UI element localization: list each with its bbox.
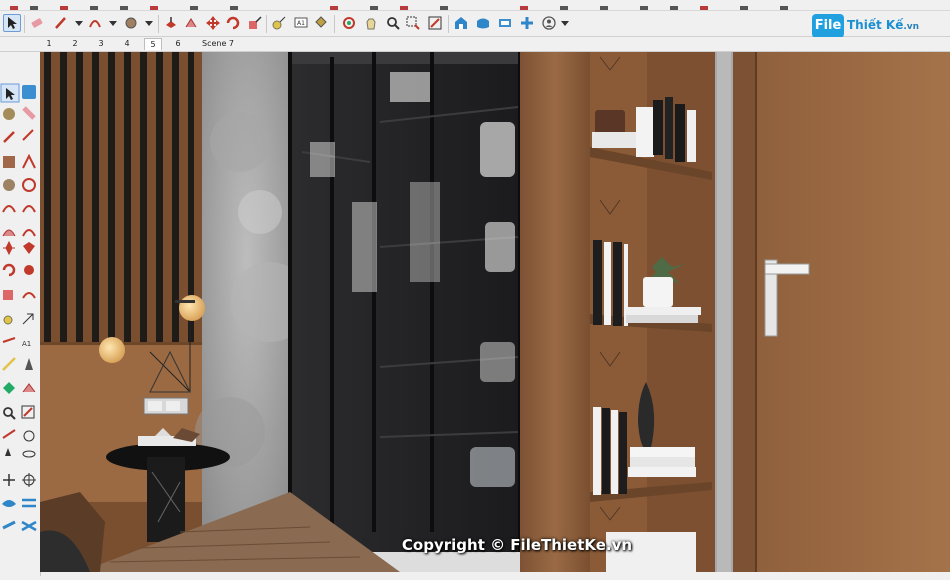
tab-scene-3[interactable]: 3 xyxy=(94,38,108,50)
warehouse-icon[interactable] xyxy=(452,14,470,32)
zoom-icon[interactable] xyxy=(384,14,402,32)
extension-manager-icon[interactable] xyxy=(518,14,536,32)
select-arrow-icon[interactable] xyxy=(3,14,21,32)
tab-scene-1[interactable]: 1 xyxy=(42,38,56,50)
scale-icon[interactable] xyxy=(246,14,264,32)
text-icon[interactable]: A1 xyxy=(292,14,310,32)
push-pull-icon[interactable] xyxy=(162,14,180,32)
zoom-extents-icon[interactable] xyxy=(426,14,444,32)
eraser-icon[interactable] xyxy=(28,14,46,32)
paint-bucket-icon[interactable] xyxy=(312,14,330,32)
logo-badge: File xyxy=(812,14,844,38)
watermark-text: Copyright © FileThietKe.vn xyxy=(401,536,633,554)
tape-measure-icon[interactable] xyxy=(270,14,288,32)
svg-text:A1: A1 xyxy=(297,20,305,27)
rotate-icon[interactable] xyxy=(224,14,242,32)
dropdown-arrow-icon[interactable] xyxy=(104,14,122,32)
left-tools-strip: A1 xyxy=(0,83,37,532)
tab-scene-6[interactable]: 6 xyxy=(171,38,185,50)
arc-icon[interactable] xyxy=(86,14,104,32)
dropdown-arrow-icon[interactable] xyxy=(140,14,158,32)
move-icon[interactable] xyxy=(204,14,222,32)
tab-scene-5[interactable]: 5 xyxy=(144,38,162,50)
interior-scene-render xyxy=(40,52,950,572)
logo-suffix: .vn xyxy=(903,22,920,32)
main-toolbar: A1 xyxy=(0,11,950,37)
shape-circle-icon[interactable] xyxy=(122,14,140,32)
pencil-line-icon[interactable] xyxy=(52,14,70,32)
logo-text: Thiết Kế xyxy=(847,18,904,32)
orbit-icon[interactable] xyxy=(340,14,358,32)
pan-hand-icon[interactable] xyxy=(362,14,380,32)
top-toolbar-partial xyxy=(0,0,950,11)
tab-scene-7[interactable]: Scene 7 xyxy=(198,38,238,50)
left-tool-palette: A1 xyxy=(0,52,41,576)
3d-viewport[interactable]: Copyright © FileThietKe.vn xyxy=(40,52,950,572)
tab-scene-2[interactable]: 2 xyxy=(68,38,82,50)
dropdown-arrow-icon[interactable] xyxy=(556,14,574,32)
extension-warehouse-icon[interactable] xyxy=(474,14,492,32)
svg-text:A1: A1 xyxy=(22,340,31,348)
follow-me-icon[interactable] xyxy=(182,14,200,32)
zoom-window-icon[interactable] xyxy=(404,14,422,32)
layout-icon[interactable] xyxy=(496,14,514,32)
tab-scene-4[interactable]: 4 xyxy=(120,38,134,50)
scene-tabs-bar: 1 2 3 4 5 6 Scene 7 xyxy=(0,37,950,52)
